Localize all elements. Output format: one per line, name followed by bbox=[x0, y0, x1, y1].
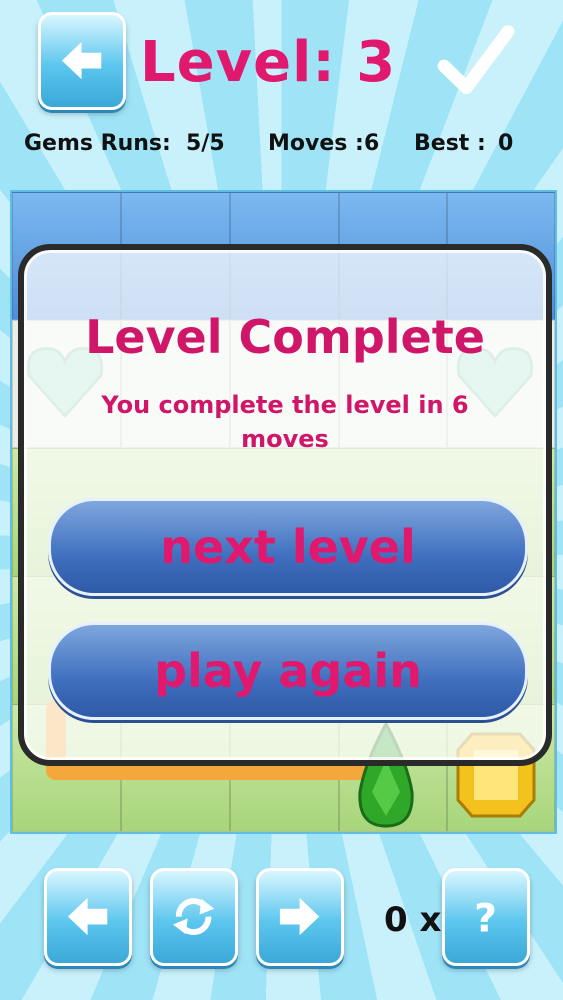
play-again-button[interactable]: play again bbox=[48, 622, 528, 720]
restart-button[interactable] bbox=[150, 868, 238, 966]
gems-runs-value: 5/5 bbox=[186, 131, 225, 156]
best-value: 0 bbox=[498, 131, 514, 156]
dialog-title: Level Complete bbox=[85, 310, 485, 364]
level-title: Level: 3 bbox=[140, 30, 397, 95]
next-level-button[interactable]: next level bbox=[48, 498, 528, 596]
moves-label: Moves : bbox=[268, 131, 364, 156]
hint-count: 0 x bbox=[384, 900, 442, 940]
previous-level-button[interactable] bbox=[44, 868, 132, 966]
question-mark-icon: ? bbox=[475, 896, 498, 942]
right-arrow-icon bbox=[280, 898, 320, 936]
back-button[interactable] bbox=[38, 12, 126, 110]
dialog-message: You complete the level in 6 moves bbox=[101, 391, 469, 453]
gems-runs-label: Gems Runs: bbox=[24, 131, 171, 156]
next-level-arrow-button[interactable] bbox=[256, 868, 344, 966]
level-complete-dialog: Level Complete You complete the level in… bbox=[18, 244, 552, 766]
checkmark-icon[interactable] bbox=[436, 22, 516, 102]
help-button[interactable]: ? bbox=[442, 868, 530, 966]
refresh-icon bbox=[173, 898, 215, 936]
left-arrow-icon bbox=[68, 898, 108, 936]
best-label: Best : bbox=[414, 131, 486, 156]
moves-value: 6 bbox=[364, 131, 380, 156]
svg-text:?: ? bbox=[475, 896, 498, 942]
left-arrow-icon bbox=[62, 42, 102, 80]
